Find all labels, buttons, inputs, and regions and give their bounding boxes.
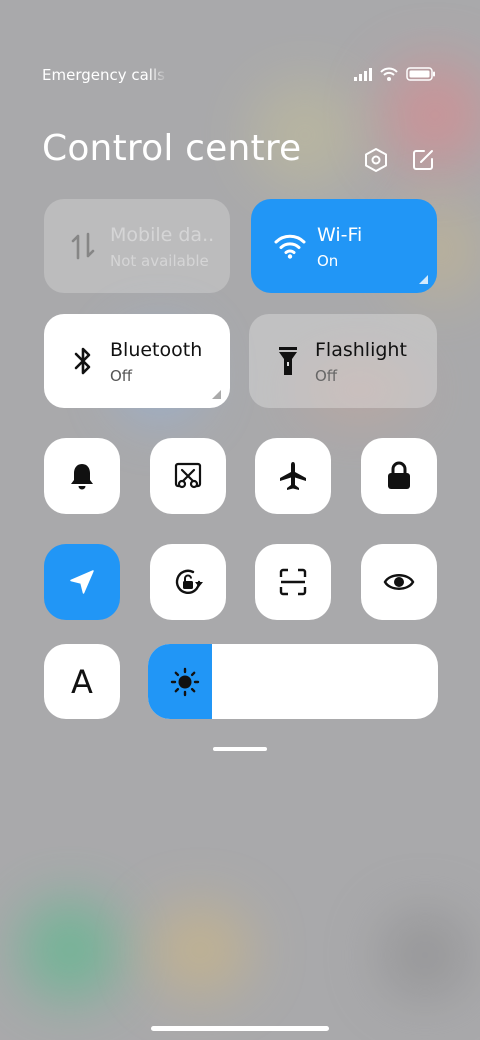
home-indicator[interactable] xyxy=(151,1026,329,1031)
flashlight-tile[interactable]: Flashlight Off xyxy=(249,314,437,408)
tile-name: Wi-Fi xyxy=(317,224,363,246)
drag-handle[interactable] xyxy=(213,747,267,751)
mobile-data-tile[interactable]: Mobile da.. Not available xyxy=(44,199,230,293)
flashlight-icon xyxy=(271,344,305,378)
tile-state: Off xyxy=(110,367,133,385)
tile-state: On xyxy=(317,252,339,270)
brightness-slider[interactable] xyxy=(148,644,438,719)
airplane-icon xyxy=(280,462,306,490)
wifi-icon xyxy=(273,229,307,263)
font-size-label: A xyxy=(71,662,93,701)
airplane-mode-button[interactable] xyxy=(255,438,331,514)
tile-state: Not available xyxy=(110,252,209,270)
rotation-lock-icon xyxy=(175,569,203,594)
eye-icon xyxy=(383,574,415,590)
expand-corner-icon[interactable] xyxy=(212,390,221,399)
screenshot-button[interactable] xyxy=(150,438,226,514)
tile-name: Flashlight xyxy=(315,339,407,361)
status-bar: Emergency calls o xyxy=(0,64,480,88)
lock-screen-button[interactable] xyxy=(361,438,437,514)
tile-name: Mobile da.. xyxy=(110,224,215,246)
bluetooth-icon xyxy=(66,344,100,378)
location-icon xyxy=(70,570,94,594)
carrier-status-text: Emergency calls o xyxy=(42,66,168,84)
font-size-button[interactable]: A xyxy=(44,644,120,719)
expand-corner-icon[interactable] xyxy=(419,275,428,284)
wifi-icon xyxy=(380,67,398,81)
tile-name: Bluetooth xyxy=(110,339,203,361)
wifi-tile[interactable]: Wi-Fi On xyxy=(251,199,437,293)
battery-icon xyxy=(406,67,435,81)
status-icons xyxy=(354,67,436,81)
rotation-lock-button[interactable] xyxy=(150,544,226,620)
screenshot-icon xyxy=(174,462,202,489)
signal-icon xyxy=(354,67,372,81)
lock-icon xyxy=(388,461,410,489)
location-button[interactable] xyxy=(44,544,120,620)
scanner-button[interactable] xyxy=(255,544,331,620)
edit-button[interactable] xyxy=(409,146,437,174)
mobile-data-icon xyxy=(66,229,100,263)
sun-icon xyxy=(170,667,200,697)
settings-button[interactable] xyxy=(362,146,390,174)
settings-icon xyxy=(365,148,387,172)
reading-mode-button[interactable] xyxy=(361,544,437,620)
edit-icon xyxy=(413,150,433,170)
bluetooth-tile[interactable]: Bluetooth Off xyxy=(44,314,230,408)
scanner-icon xyxy=(279,568,307,596)
bell-icon xyxy=(71,464,93,490)
tile-state: Off xyxy=(315,367,338,385)
page-title: Control centre xyxy=(42,128,302,169)
sound-toggle-button[interactable] xyxy=(44,438,120,514)
